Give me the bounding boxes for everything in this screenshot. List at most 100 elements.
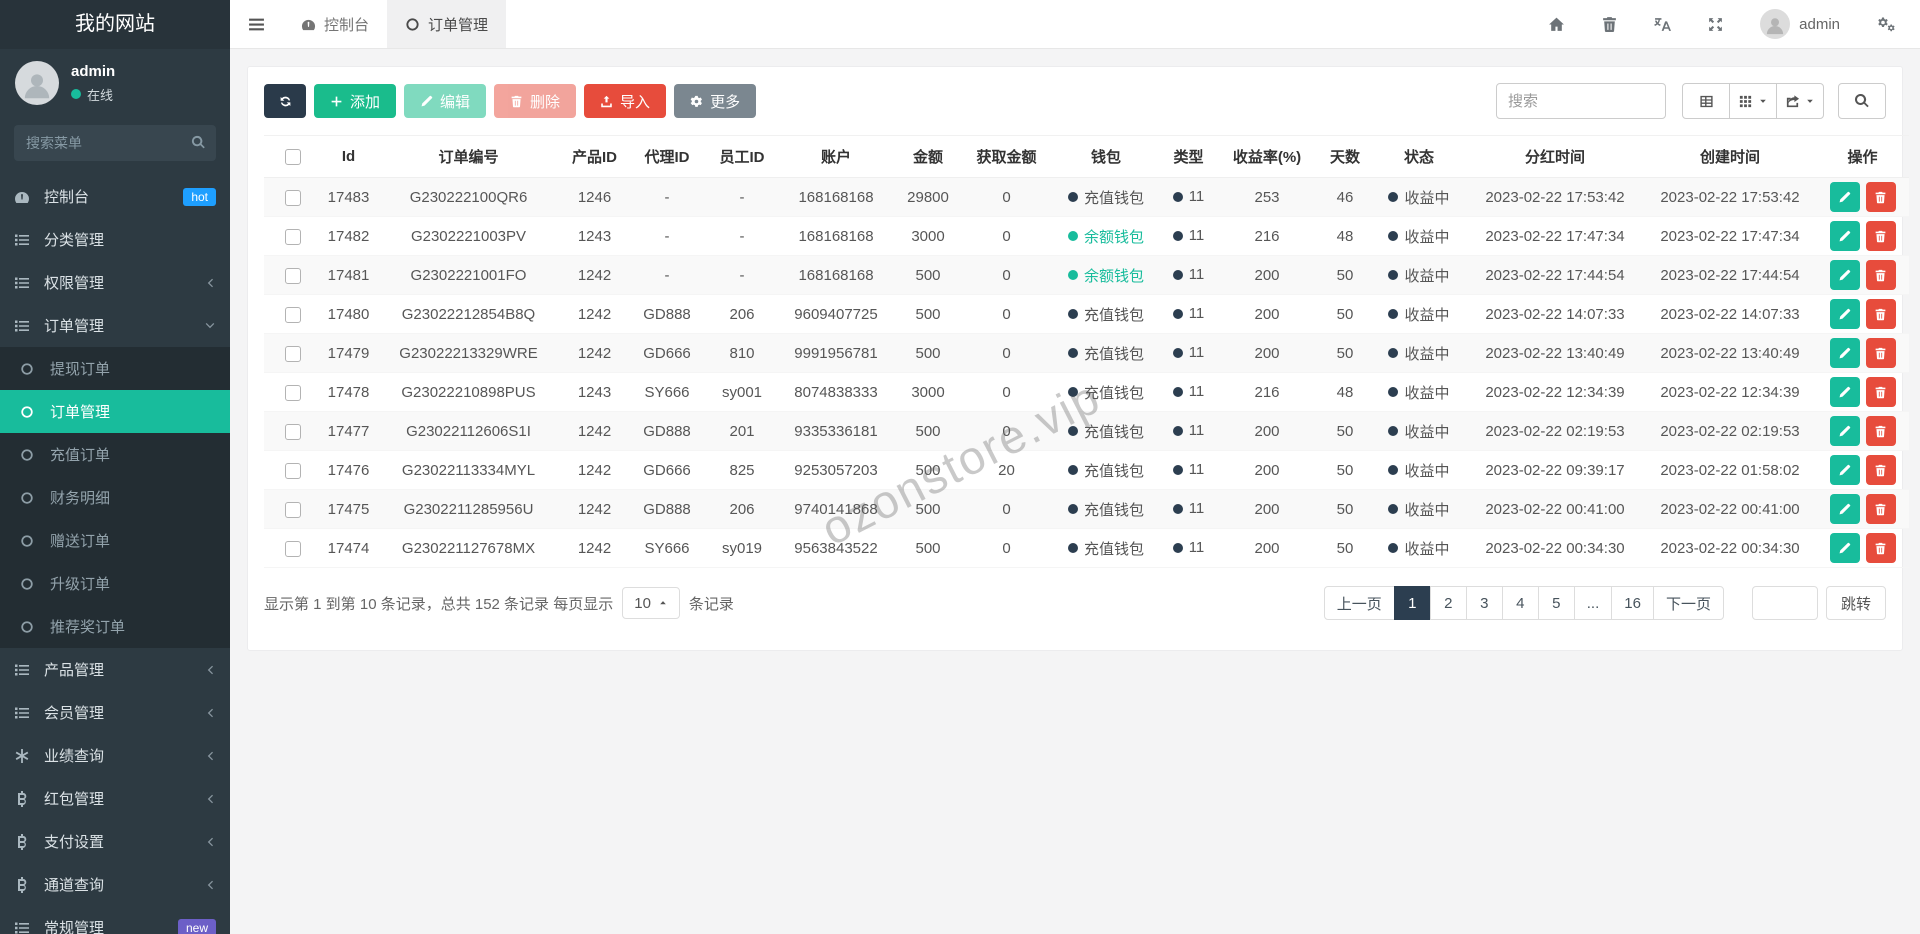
column-header-员工ID[interactable]: 员工ID <box>706 136 778 178</box>
row-checkbox[interactable] <box>285 268 301 284</box>
row-delete-button[interactable] <box>1866 338 1896 368</box>
column-header-产品ID[interactable]: 产品ID <box>561 136 628 178</box>
row-edit-button[interactable] <box>1830 533 1860 563</box>
jump-page-input[interactable] <box>1752 586 1818 620</box>
columns-button[interactable] <box>1729 83 1777 119</box>
hamburger-menu-icon[interactable] <box>230 0 283 48</box>
page-button-2[interactable]: 2 <box>1430 586 1467 620</box>
sidebar-item-赠送订单[interactable]: 赠送订单 <box>0 519 230 562</box>
tab-订单管理[interactable]: 订单管理 <box>387 0 506 48</box>
sidebar-item-常规管理[interactable]: 常规管理new <box>0 906 230 934</box>
sidebar-item-充值订单[interactable]: 充值订单 <box>0 433 230 476</box>
trash-icon <box>1874 503 1887 516</box>
import-button[interactable]: 导入 <box>584 84 666 118</box>
topbar-user[interactable]: admin <box>1760 9 1840 39</box>
table-search-input[interactable] <box>1496 83 1666 119</box>
column-header-天数[interactable]: 天数 <box>1318 136 1372 178</box>
row-delete-button[interactable] <box>1866 494 1896 524</box>
column-header-获取金额[interactable]: 获取金额 <box>962 136 1051 178</box>
search-button[interactable] <box>1838 83 1886 119</box>
more-button[interactable]: 更多 <box>674 84 756 118</box>
sidebar-item-分类管理[interactable]: 分类管理 <box>0 218 230 261</box>
pagination-toggle-button[interactable] <box>1682 83 1730 119</box>
sidebar-item-红包管理[interactable]: 红包管理 <box>0 777 230 820</box>
page-button-3[interactable]: 3 <box>1466 586 1503 620</box>
row-checkbox[interactable] <box>285 346 301 362</box>
row-checkbox[interactable] <box>285 541 301 557</box>
delete-button[interactable]: 删除 <box>494 84 576 118</box>
export-button[interactable] <box>1776 83 1824 119</box>
column-header-Id[interactable]: Id <box>321 136 376 178</box>
row-edit-button[interactable] <box>1830 455 1860 485</box>
grid-icon <box>1738 94 1753 109</box>
column-header-操作[interactable]: 操作 <box>1816 136 1909 178</box>
row-checkbox[interactable] <box>285 502 301 518</box>
column-header-代理ID[interactable]: 代理ID <box>628 136 706 178</box>
refresh-button[interactable] <box>264 84 306 118</box>
row-checkbox[interactable] <box>285 229 301 245</box>
row-delete-button[interactable] <box>1866 260 1896 290</box>
sidebar-item-升级订单[interactable]: 升级订单 <box>0 562 230 605</box>
row-edit-button[interactable] <box>1830 338 1860 368</box>
sidebar-item-提现订单[interactable]: 提现订单 <box>0 347 230 390</box>
row-delete-button[interactable] <box>1866 455 1896 485</box>
home-icon[interactable] <box>1548 16 1565 33</box>
row-checkbox[interactable] <box>285 307 301 323</box>
add-button[interactable]: 添加 <box>314 84 396 118</box>
row-delete-button[interactable] <box>1866 377 1896 407</box>
page-button-16[interactable]: 16 <box>1611 586 1654 620</box>
sidebar-item-会员管理[interactable]: 会员管理 <box>0 691 230 734</box>
jump-button[interactable]: 跳转 <box>1826 586 1886 620</box>
page-button-5[interactable]: 5 <box>1538 586 1575 620</box>
page-button-1[interactable]: 1 <box>1394 586 1431 620</box>
column-header-类型[interactable]: 类型 <box>1161 136 1216 178</box>
column-header-收益率(%)[interactable]: 收益率(%) <box>1216 136 1318 178</box>
gears-icon[interactable] <box>1876 16 1896 33</box>
row-delete-button[interactable] <box>1866 533 1896 563</box>
sidebar-item-订单管理[interactable]: 订单管理 <box>0 304 230 347</box>
sidebar-item-控制台[interactable]: 控制台hot <box>0 175 230 218</box>
next-page-button[interactable]: 下一页 <box>1653 586 1724 620</box>
sidebar-item-权限管理[interactable]: 权限管理 <box>0 261 230 304</box>
row-checkbox[interactable] <box>285 385 301 401</box>
row-delete-button[interactable] <box>1866 299 1896 329</box>
tab-控制台[interactable]: 控制台 <box>283 0 387 48</box>
row-checkbox[interactable] <box>285 424 301 440</box>
sidebar-item-产品管理[interactable]: 产品管理 <box>0 648 230 691</box>
column-header-分红时间[interactable]: 分红时间 <box>1466 136 1644 178</box>
column-header-账户[interactable]: 账户 <box>778 136 894 178</box>
row-checkbox[interactable] <box>285 463 301 479</box>
page-size-select[interactable]: 10 <box>622 587 680 619</box>
translate-icon[interactable] <box>1654 16 1671 33</box>
row-delete-button[interactable] <box>1866 416 1896 446</box>
column-header-金额[interactable]: 金额 <box>894 136 962 178</box>
sidebar-item-财务明细[interactable]: 财务明细 <box>0 476 230 519</box>
sidebar-item-推荐奖订单[interactable]: 推荐奖订单 <box>0 605 230 648</box>
edit-button[interactable]: 编辑 <box>404 84 486 118</box>
prev-page-button[interactable]: 上一页 <box>1324 586 1395 620</box>
row-edit-button[interactable] <box>1830 221 1860 251</box>
sidebar-item-支付设置[interactable]: 支付设置 <box>0 820 230 863</box>
page-button-4[interactable]: 4 <box>1502 586 1539 620</box>
row-checkbox[interactable] <box>285 190 301 206</box>
row-delete-button[interactable] <box>1866 182 1896 212</box>
row-edit-button[interactable] <box>1830 494 1860 524</box>
row-edit-button[interactable] <box>1830 260 1860 290</box>
row-edit-button[interactable] <box>1830 299 1860 329</box>
sidebar-search-input[interactable] <box>14 125 216 161</box>
row-edit-button[interactable] <box>1830 182 1860 212</box>
column-header-订单编号[interactable]: 订单编号 <box>376 136 561 178</box>
fullscreen-icon[interactable] <box>1707 16 1724 33</box>
sidebar-item-业绩查询[interactable]: 业绩查询 <box>0 734 230 777</box>
trash-icon[interactable] <box>1601 16 1618 33</box>
row-edit-button[interactable] <box>1830 416 1860 446</box>
sidebar-item-订单管理[interactable]: 订单管理 <box>0 390 230 433</box>
column-header-状态[interactable]: 状态 <box>1372 136 1466 178</box>
row-edit-button[interactable] <box>1830 377 1860 407</box>
column-header-钱包[interactable]: 钱包 <box>1051 136 1161 178</box>
column-header-创建时间[interactable]: 创建时间 <box>1644 136 1816 178</box>
row-delete-button[interactable] <box>1866 221 1896 251</box>
select-all-checkbox[interactable] <box>285 149 301 165</box>
topbar-tabs: 控制台订单管理 <box>283 0 506 48</box>
sidebar-item-通道查询[interactable]: 通道查询 <box>0 863 230 906</box>
